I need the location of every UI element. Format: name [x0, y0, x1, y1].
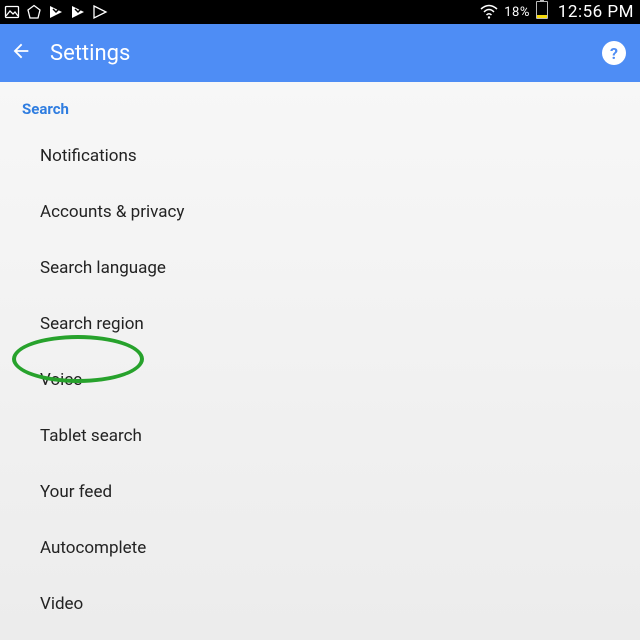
list-item-label: Voice	[40, 370, 82, 390]
picture-icon	[4, 4, 20, 20]
list-item-label: Accounts & privacy	[40, 202, 184, 222]
app-action-bar: Settings ?	[0, 24, 640, 82]
section-header-search: Search	[0, 82, 640, 128]
page-title: Settings	[50, 41, 584, 66]
list-item-label: Autocomplete	[40, 538, 146, 558]
settings-item-your-feed[interactable]: Your feed	[0, 464, 640, 520]
list-item-label: Notifications	[40, 146, 137, 166]
settings-item-search-language[interactable]: Search language	[0, 240, 640, 296]
settings-item-tablet-search[interactable]: Tablet search	[0, 408, 640, 464]
play-store-icon	[92, 4, 108, 20]
back-arrow-icon[interactable]	[10, 40, 32, 66]
settings-item-about[interactable]: About	[0, 632, 640, 640]
pentagon-icon	[26, 4, 42, 20]
status-clock: 12:56 PM	[558, 2, 634, 22]
settings-item-autocomplete[interactable]: Autocomplete	[0, 520, 640, 576]
help-icon: ?	[602, 41, 626, 65]
settings-item-voice[interactable]: Voice	[0, 352, 640, 408]
status-right-icons: 18% 12:56 PM	[480, 1, 634, 23]
help-button[interactable]: ?	[602, 41, 626, 65]
wifi-icon	[480, 4, 498, 20]
settings-item-search-region[interactable]: Search region	[0, 296, 640, 352]
list-item-label: Search region	[40, 314, 144, 334]
status-left-icons	[4, 4, 108, 20]
android-status-bar: 18% 12:56 PM	[0, 0, 640, 24]
settings-item-video[interactable]: Video	[0, 576, 640, 632]
list-item-label: Tablet search	[40, 426, 142, 446]
battery-percent-text: 18%	[504, 5, 530, 20]
list-item-label: Your feed	[40, 482, 112, 502]
list-item-label: Search language	[40, 258, 166, 278]
settings-item-notifications[interactable]: Notifications	[0, 128, 640, 184]
list-item-label: Video	[40, 594, 83, 614]
play-store-update-icon	[48, 4, 64, 20]
settings-list: Search Notifications Accounts & privacy …	[0, 82, 640, 640]
battery-icon	[536, 1, 548, 23]
settings-item-accounts-privacy[interactable]: Accounts & privacy	[0, 184, 640, 240]
play-store-update-icon	[70, 4, 86, 20]
